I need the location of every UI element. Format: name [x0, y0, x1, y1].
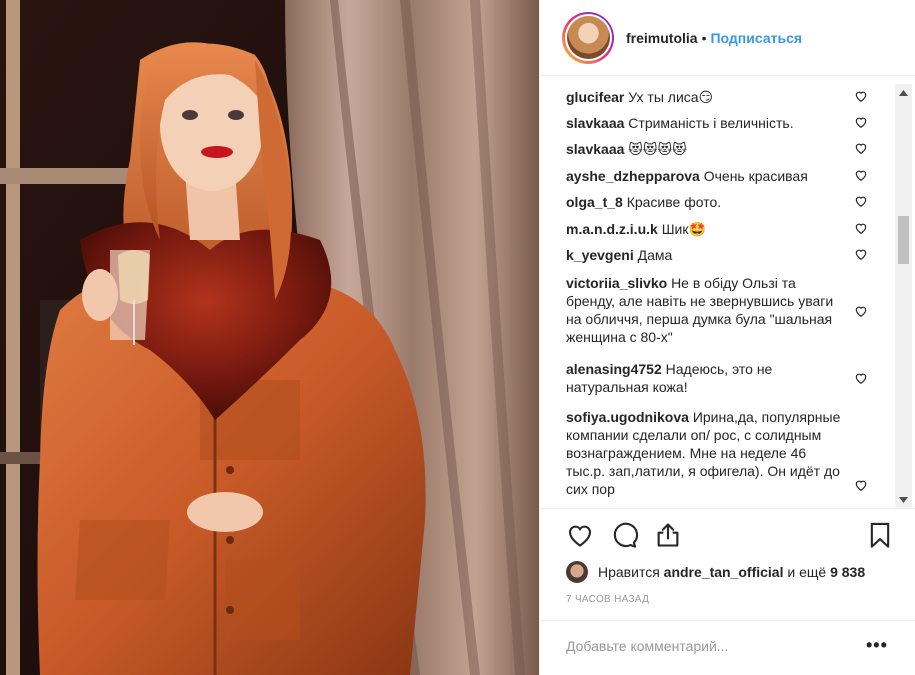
author-username[interactable]: freimutolia: [626, 30, 698, 46]
comment-text: Стриманість і величність.: [628, 115, 794, 131]
likes-summary: Нравится andre_tan_official и ещё 9 838: [566, 560, 865, 584]
post-header: freimutolia • Подписаться: [540, 0, 915, 76]
post-photo[interactable]: [0, 0, 539, 675]
comment-like-heart-icon[interactable]: [854, 141, 868, 155]
comment-item: ayshe_dzhepparova Очень красивая: [566, 167, 866, 185]
comment-like-heart-icon[interactable]: [854, 478, 868, 492]
share-icon[interactable]: [654, 521, 682, 549]
comment-username[interactable]: glucifear: [566, 89, 624, 105]
comment-username[interactable]: alenasing4752: [566, 361, 662, 377]
comment-username[interactable]: olga_t_8: [566, 194, 623, 210]
comment-text: Красиве фото.: [626, 194, 722, 210]
comment-like-heart-icon[interactable]: [854, 194, 868, 208]
more-options-icon[interactable]: •••: [866, 635, 888, 656]
scroll-up-arrow-icon[interactable]: [895, 84, 912, 101]
comment-text: 😻😻😻😻: [628, 141, 687, 157]
comment-like-heart-icon[interactable]: [854, 371, 868, 385]
comment-like-heart-icon[interactable]: [854, 89, 868, 103]
comment-text: Очень красивая: [703, 168, 808, 184]
comment-item: slavkaaa Стриманість і величність.: [566, 114, 866, 132]
comment-item: slavkaaa 😻😻😻😻: [566, 140, 866, 158]
author-avatar-ring[interactable]: [562, 11, 614, 64]
comment-username[interactable]: k_yevgeni: [566, 247, 634, 263]
post-timestamp[interactable]: 7 часов назад: [566, 594, 649, 605]
author-avatar-border: [564, 14, 612, 61]
header-text: freimutolia • Подписаться: [626, 30, 802, 46]
post-photo-image: [0, 0, 539, 675]
comments-list[interactable]: glucifear Ух ты лиса😏 slavkaaa Стриманіс…: [540, 84, 894, 508]
comment-username[interactable]: sofiya.ugodnikova: [566, 409, 689, 425]
scrollbar-thumb[interactable]: [898, 216, 909, 264]
comment-like-heart-icon[interactable]: [854, 115, 868, 129]
comments-scrollbar[interactable]: [895, 84, 912, 508]
comment-username[interactable]: ayshe_dzhepparova: [566, 168, 700, 184]
comment-item: sofiya.ugodnikova Ирина,да, популярные к…: [566, 408, 848, 498]
comment-text: Ух ты лиса😏: [628, 89, 714, 105]
post-side-panel: freimutolia • Подписаться glucifear Ух т…: [539, 0, 915, 675]
add-comment-input[interactable]: [566, 638, 846, 654]
likes-count[interactable]: 9 838: [830, 564, 865, 580]
comment-like-heart-icon[interactable]: [854, 168, 868, 182]
comment-like-heart-icon[interactable]: [854, 247, 868, 261]
comment-item: olga_t_8 Красиве фото.: [566, 193, 866, 211]
comment-username[interactable]: victoriia_slivko: [566, 275, 667, 291]
comment-text: Дама: [637, 247, 673, 263]
comment-username[interactable]: slavkaaa: [566, 141, 624, 157]
comment-item: k_yevgeni Дама: [566, 246, 866, 264]
author-avatar: [566, 16, 610, 59]
scroll-down-arrow-icon[interactable]: [895, 491, 912, 508]
follow-button[interactable]: Подписаться: [710, 30, 802, 46]
comment-like-heart-icon[interactable]: [854, 221, 868, 235]
comment-username[interactable]: m.a.n.d.z.i.u.k: [566, 221, 658, 237]
comment-username[interactable]: slavkaaa: [566, 115, 624, 131]
likes-prefix: Нравится: [598, 564, 660, 580]
post-actions-bar: [540, 508, 915, 558]
liker-username[interactable]: andre_tan_official: [664, 564, 784, 580]
comment-text: Шик🤩: [661, 221, 706, 237]
comment-item: glucifear Ух ты лиса😏: [566, 88, 866, 106]
likes-middle: и ещё: [787, 564, 827, 580]
liker-avatar[interactable]: [566, 561, 588, 583]
comment-item: victoriia_slivko Не в обіду Ользі та бре…: [566, 274, 846, 346]
add-comment-section: •••: [540, 620, 915, 675]
comment-item: alenasing4752 Надеюсь, это не натуральна…: [566, 360, 826, 396]
comment-like-heart-icon[interactable]: [854, 304, 868, 318]
header-separator: •: [701, 29, 707, 46]
heart-icon[interactable]: [566, 521, 594, 549]
comment-bubble-icon[interactable]: [610, 521, 638, 549]
bookmark-icon[interactable]: [866, 521, 894, 549]
comment-item: m.a.n.d.z.i.u.k Шик🤩: [566, 220, 866, 238]
